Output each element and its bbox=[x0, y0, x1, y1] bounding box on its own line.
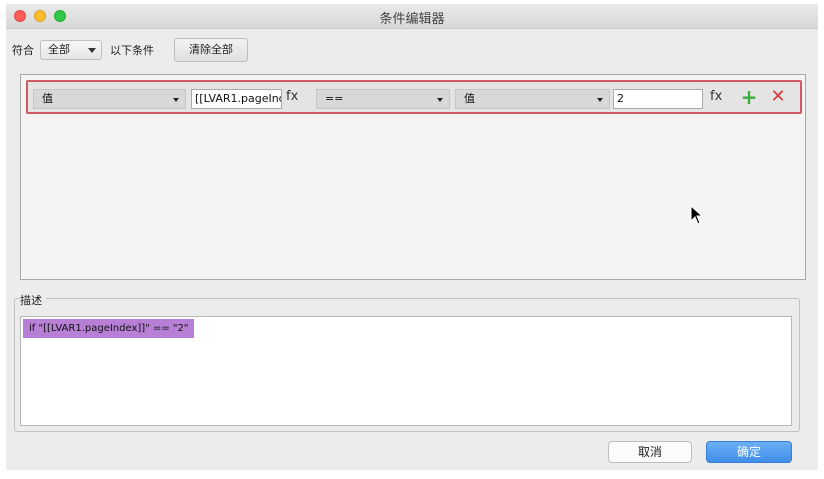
chevron-down-icon bbox=[597, 98, 603, 102]
left-value-input[interactable]: [[LVAR1.pageInd bbox=[191, 89, 282, 109]
left-type-select[interactable]: 值 bbox=[33, 89, 186, 109]
right-type-value: 值 bbox=[464, 92, 475, 105]
description-text: if "[[LVAR1.pageIndex]]" == "2" bbox=[23, 319, 195, 338]
match-row: 符合 全部 以下条件 清除全部 bbox=[12, 38, 248, 62]
left-type-value: 值 bbox=[42, 92, 53, 105]
description-legend: 描述 bbox=[20, 292, 46, 308]
mouse-cursor-icon bbox=[690, 204, 704, 229]
right-type-select[interactable]: 值 bbox=[455, 89, 610, 109]
right-value-input[interactable]: 2 bbox=[613, 89, 703, 109]
clear-all-button[interactable]: 清除全部 bbox=[174, 38, 248, 62]
conditions-label: 以下条件 bbox=[110, 44, 154, 57]
description-textarea[interactable]: if "[[LVAR1.pageIndex]]" == "2" bbox=[20, 316, 792, 426]
match-label: 符合 bbox=[12, 44, 34, 57]
fx-button-left[interactable]: fx bbox=[286, 89, 298, 104]
match-mode-select[interactable]: 全部 bbox=[40, 40, 102, 60]
condition-row: 值 [[LVAR1.pageInd fx == 值 2 fx + ✕ bbox=[26, 80, 802, 114]
delete-condition-icon[interactable]: ✕ bbox=[769, 86, 787, 108]
fx-button-right[interactable]: fx bbox=[710, 89, 722, 104]
chevron-down-icon bbox=[173, 98, 179, 102]
operator-select[interactable]: == bbox=[316, 89, 450, 109]
conditions-list: 值 [[LVAR1.pageInd fx == 值 2 fx + ✕ bbox=[20, 74, 806, 280]
title-bar: 条件编辑器 bbox=[6, 4, 818, 29]
cancel-button[interactable]: 取消 bbox=[608, 441, 692, 463]
match-mode-value: 全部 bbox=[48, 43, 70, 56]
ok-button[interactable]: 确定 bbox=[706, 441, 792, 463]
window-title: 条件编辑器 bbox=[379, 12, 445, 27]
add-condition-icon[interactable]: + bbox=[740, 86, 758, 108]
chevron-down-icon bbox=[437, 98, 443, 102]
chevron-down-icon bbox=[88, 48, 96, 53]
operator-value: == bbox=[325, 92, 344, 105]
